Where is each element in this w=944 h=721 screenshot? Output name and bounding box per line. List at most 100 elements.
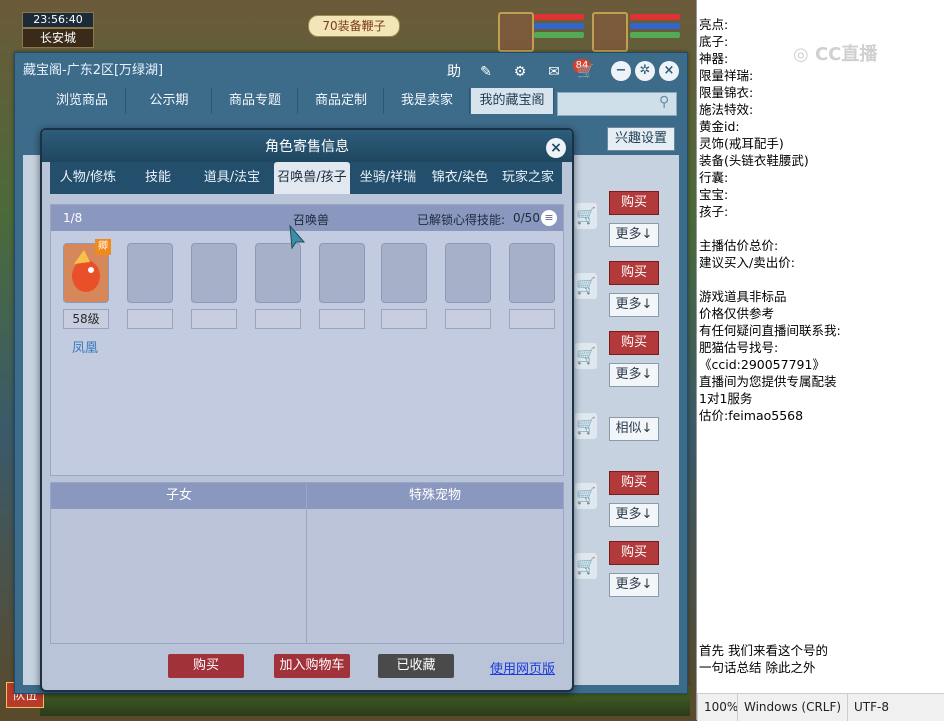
interest-settings-button[interactable]: 兴趣设置 xyxy=(607,127,675,151)
note-line: 宝宝: xyxy=(699,187,729,202)
cart-add-icon[interactable]: 🛒 xyxy=(575,273,597,299)
quest-banner[interactable]: 70装备鞭子 xyxy=(308,15,400,37)
note-line: 价格仅供参考 xyxy=(699,306,775,321)
pet-name[interactable]: 凤凰 xyxy=(63,337,107,356)
pet-level-empty xyxy=(381,309,427,329)
tab-my-shop[interactable]: 我的藏宝阁 xyxy=(471,88,554,114)
role-sale-dialog: 角色寄售信息 × 人物/修炼 技能 道具/法宝 召唤兽/孩子 坐骑/祥瑞 锦衣/… xyxy=(40,128,574,692)
note-line: 黄金id: xyxy=(699,119,740,134)
pet-avatar[interactable] xyxy=(498,12,534,52)
note-line: 底子: xyxy=(699,34,729,49)
help-button[interactable]: 助 xyxy=(443,61,465,83)
pet-slot[interactable] xyxy=(445,243,491,303)
cart-add-icon[interactable]: 🛒 xyxy=(575,483,597,509)
more-button[interactable]: 更多↓ xyxy=(609,503,659,527)
tab-character[interactable]: 人物/修炼 xyxy=(50,162,126,194)
message-icon[interactable]: ✉ xyxy=(543,61,565,83)
more-button[interactable]: 更多↓ xyxy=(609,573,659,597)
pet-slot[interactable] xyxy=(381,243,427,303)
more-button[interactable]: 更多↓ xyxy=(609,363,659,387)
pet-level-empty xyxy=(319,309,365,329)
tab-seller[interactable]: 我是卖家 xyxy=(385,88,470,114)
buy-button[interactable]: 购买 xyxy=(609,191,659,215)
more-button[interactable]: 更多↓ xyxy=(609,293,659,317)
note-line: 游戏道具非标品 xyxy=(699,289,787,304)
tab-outfits[interactable]: 锦衣/染色 xyxy=(426,162,494,194)
pet-status-bars xyxy=(534,14,584,52)
shop-title: 藏宝阁-广东2区[万绿湖] xyxy=(23,63,164,78)
buy-button[interactable]: 购买 xyxy=(609,541,659,565)
pet-slot[interactable] xyxy=(509,243,555,303)
collected-button[interactable]: 已收藏 xyxy=(378,654,454,678)
pet-panel-header: 1/8 召唤兽 已解锁心得技能: 0/50 ≡ xyxy=(51,205,563,231)
cc-watermark: ◎ CC直播 xyxy=(793,44,878,65)
buy-button[interactable]: 购买 xyxy=(609,331,659,355)
note-bottom-line: 首先 我们来看这个号的 xyxy=(699,643,828,658)
note-line: 装备(头链衣鞋腰武) xyxy=(699,153,809,168)
tab-skills[interactable]: 技能 xyxy=(126,162,190,194)
dialog-close-button[interactable]: × xyxy=(546,138,566,158)
edit-icon[interactable]: ✎ xyxy=(475,61,497,83)
tab-items[interactable]: 道具/法宝 xyxy=(190,162,274,194)
pet-level-empty xyxy=(127,309,173,329)
note-line: 肥猫估号找号: xyxy=(699,340,779,355)
mouse-cursor-icon xyxy=(288,224,306,250)
pet-level-empty xyxy=(191,309,237,329)
web-version-link[interactable]: 使用网页版 xyxy=(490,658,555,677)
pet-slot[interactable] xyxy=(127,243,173,303)
city-name: 长安城 xyxy=(22,28,94,48)
cart-add-icon[interactable]: 🛒 xyxy=(575,553,597,579)
pet-level-empty xyxy=(445,309,491,329)
children-header: 子女 xyxy=(51,483,307,509)
cart-icon[interactable]: 🛒 xyxy=(575,61,597,83)
search-icon[interactable]: ⚲ xyxy=(659,94,675,112)
zoom-level: 100% xyxy=(697,694,738,721)
note-line: 主播估价总价: xyxy=(699,238,779,253)
status-bar: 100% Windows (CRLF) UTF-8 xyxy=(697,693,944,721)
tab-pets[interactable]: 召唤兽/孩子 xyxy=(274,162,350,194)
encoding: UTF-8 xyxy=(847,694,934,721)
dialog-buy-button[interactable]: 购买 xyxy=(168,654,244,678)
skill-unlock-label: 已解锁心得技能: xyxy=(417,213,506,227)
minimize-button[interactable]: − xyxy=(611,61,631,81)
pet-level: 58级 xyxy=(63,309,109,329)
note-line: 1对1服务 xyxy=(699,391,753,406)
settings-icon[interactable]: ⚙ xyxy=(509,61,531,83)
note-line: 直播间为您提供专属配装 xyxy=(699,374,837,389)
tab-mounts[interactable]: 坐骑/祥瑞 xyxy=(350,162,426,194)
buy-button[interactable]: 购买 xyxy=(609,471,659,495)
note-line: 施法特效: xyxy=(699,102,754,117)
pet-level-empty xyxy=(255,309,301,329)
pet-slot[interactable] xyxy=(191,243,237,303)
window-settings-button[interactable]: ✲ xyxy=(635,61,655,81)
cart-add-icon[interactable]: 🛒 xyxy=(575,203,597,229)
tab-browse[interactable]: 浏览商品 xyxy=(39,88,126,114)
pet-slot[interactable] xyxy=(255,243,301,303)
note-line: 限量锦衣: xyxy=(699,85,754,100)
note-line: 限量祥瑞: xyxy=(699,68,754,83)
buy-button[interactable]: 购买 xyxy=(609,261,659,285)
note-bottom-line: 一句话总结 除此之外 xyxy=(699,660,816,675)
pet-panel: 1/8 召唤兽 已解锁心得技能: 0/50 ≡ 卿 58级 凤凰 xyxy=(50,204,564,476)
pet-slot[interactable] xyxy=(319,243,365,303)
skill-unlock-value: 0/50 xyxy=(513,211,540,225)
tab-home[interactable]: 玩家之家 xyxy=(494,162,562,194)
note-line: 神器: xyxy=(699,51,729,66)
tab-custom[interactable]: 商品定制 xyxy=(299,88,384,114)
player-avatar[interactable] xyxy=(592,12,628,52)
cart-add-icon[interactable]: 🛒 xyxy=(575,343,597,369)
similar-button[interactable]: 相似↓ xyxy=(609,417,659,441)
pet-level-empty xyxy=(509,309,555,329)
tab-topics[interactable]: 商品专题 xyxy=(213,88,298,114)
dialog-title: 角色寄售信息 xyxy=(265,139,349,155)
menu-icon[interactable]: ≡ xyxy=(541,210,557,226)
pet-page-indicator: 1/8 xyxy=(63,211,83,225)
note-line: 建议买入/卖出价: xyxy=(699,255,795,270)
more-button[interactable]: 更多↓ xyxy=(609,223,659,247)
cart-add-icon[interactable]: 🛒 xyxy=(575,413,597,439)
close-window-button[interactable]: × xyxy=(659,61,679,81)
player-status-bars xyxy=(630,14,680,52)
game-clock: 23:56:40 xyxy=(22,12,94,28)
add-to-cart-button[interactable]: 加入购物车 xyxy=(274,654,350,678)
tab-public-period[interactable]: 公示期 xyxy=(127,88,212,114)
